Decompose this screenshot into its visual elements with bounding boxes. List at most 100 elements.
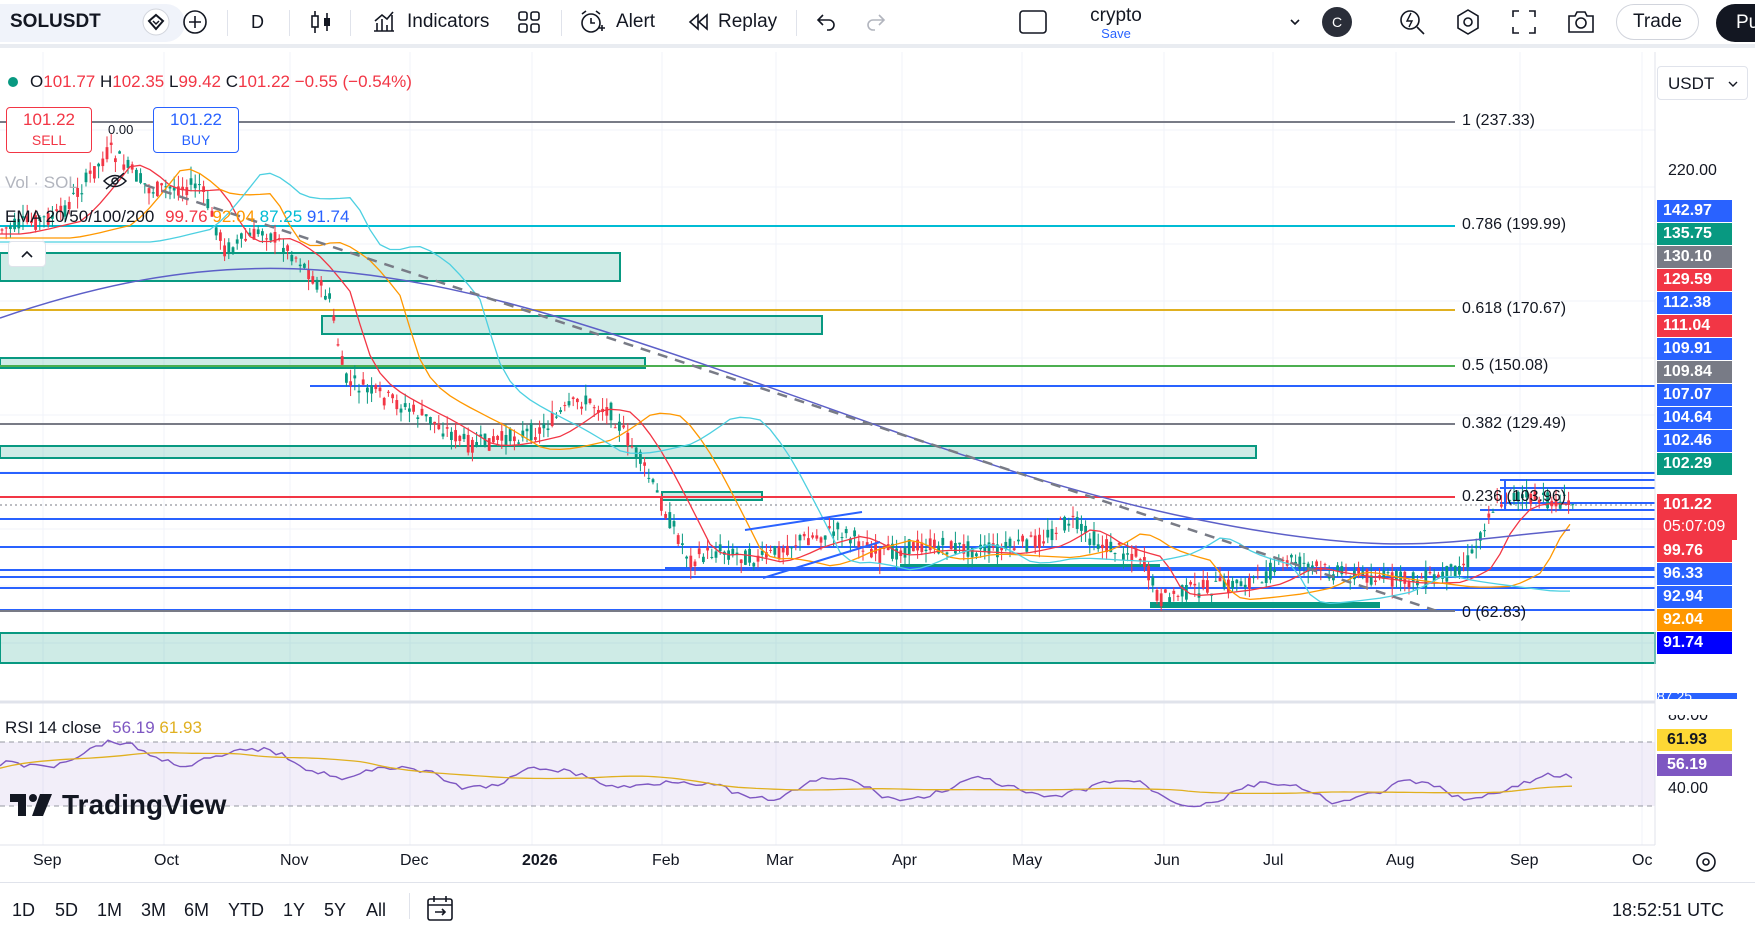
price-label: 109.84 (1657, 361, 1732, 383)
calendar-range-icon[interactable] (425, 894, 455, 929)
period-button[interactable]: 1Y (283, 900, 305, 921)
price-label: 92.04 (1657, 609, 1732, 631)
fullscreen-icon[interactable] (1511, 0, 1537, 44)
divider (796, 10, 797, 36)
support-resistance-zones[interactable] (0, 252, 1656, 664)
candle-body (1159, 593, 1163, 607)
period-button[interactable]: 1D (12, 900, 35, 921)
collapse-legend-button[interactable] (8, 241, 46, 267)
candle-body (697, 548, 701, 555)
camera-snapshot-icon[interactable] (1566, 0, 1596, 44)
replay-button[interactable]: Replay (686, 0, 777, 44)
candle-body (966, 541, 970, 557)
ema50-value: 92.04 (212, 207, 255, 226)
price-label: 107.07 (1657, 384, 1732, 406)
period-button[interactable]: 6M (184, 900, 209, 921)
candle-body (336, 344, 340, 346)
watchlist-diamond-icon[interactable] (142, 0, 170, 44)
ema-label: EMA 20/50/100/200 (5, 207, 155, 226)
period-button[interactable]: All (366, 900, 386, 921)
trade-button[interactable]: Trade (1616, 0, 1699, 44)
candle-body (403, 403, 407, 407)
candle-body (286, 245, 289, 251)
fib-label-0: 0 (62.83) (1462, 604, 1527, 621)
candle-body (214, 227, 218, 236)
hide-eye-icon[interactable] (102, 172, 128, 195)
buy-button[interactable]: 101.22 BUY (153, 107, 239, 153)
utc-clock[interactable]: 18:52:51 UTC (1612, 900, 1724, 921)
publish-button[interactable]: Pu (1716, 4, 1755, 42)
candle-body (105, 147, 109, 160)
candle-body (412, 404, 415, 412)
open-label: O (30, 72, 44, 91)
templates-icon[interactable] (517, 0, 541, 44)
volume-label: Vol · SOL (5, 172, 78, 192)
layout-select-icon[interactable] (1018, 0, 1048, 44)
compare-add-icon[interactable] (182, 0, 208, 44)
candle-body (0, 229, 4, 231)
candle-body (744, 550, 747, 565)
interval-button[interactable]: D (251, 0, 264, 44)
candle-body (1231, 580, 1234, 589)
price-label: 102.46 (1657, 430, 1732, 452)
candle-body (802, 533, 806, 537)
candle-body (303, 263, 306, 268)
candle-body (1042, 541, 1045, 544)
rsi-pane[interactable] (0, 739, 1655, 808)
chevron-down-icon[interactable] (1288, 0, 1302, 44)
indicators-button[interactable]: Indicators (371, 0, 489, 44)
alert-button[interactable]: Alert (578, 0, 655, 44)
candle-body (647, 477, 651, 479)
sell-button[interactable]: 101.22 SELL (6, 107, 92, 153)
candle-body (571, 397, 575, 400)
period-button[interactable]: 3M (141, 900, 166, 921)
candle-body (1260, 582, 1264, 584)
candle-body (513, 436, 516, 442)
time-axis-label: Jul (1263, 852, 1284, 869)
tradingview-watermark[interactable]: TradingView (10, 789, 226, 821)
candle-body (1311, 565, 1314, 568)
candle-body (109, 142, 113, 145)
candle-body (1386, 572, 1390, 574)
candle-body (811, 535, 814, 538)
sell-price: 101.22 (23, 110, 75, 129)
candle-body (223, 245, 226, 257)
candle-body (928, 538, 932, 551)
candle-body (580, 406, 583, 409)
period-button[interactable]: 5D (55, 900, 78, 921)
candles-chart-type-icon[interactable] (310, 0, 332, 44)
candle-body (1033, 535, 1037, 548)
redo-icon[interactable] (864, 0, 888, 44)
period-button[interactable]: 5Y (324, 900, 346, 921)
candle-body (1176, 595, 1180, 597)
candle-body (370, 385, 373, 394)
fib-label-0786: 0.786 (199.99) (1462, 216, 1567, 233)
axis-settings-icon[interactable] (1694, 850, 1718, 879)
candle-body (319, 280, 323, 286)
rsi-ma-label: 61.93 (1657, 729, 1732, 751)
candle-body (1096, 544, 1100, 549)
undo-icon[interactable] (814, 0, 838, 44)
fibonacci-retracement[interactable] (0, 121, 1455, 612)
candle-body (101, 158, 105, 167)
fib-label-05: 0.5 (150.08) (1462, 357, 1549, 374)
settings-gear-icon[interactable] (1454, 0, 1482, 44)
candle-body (1025, 539, 1029, 552)
avatar[interactable]: C (1322, 0, 1352, 44)
candle-body (592, 407, 596, 409)
market-status-dot (8, 77, 18, 87)
candle-body (374, 384, 378, 390)
candle-body (1273, 569, 1276, 573)
period-button[interactable]: 1M (97, 900, 122, 921)
currency-select[interactable]: USDT (1657, 66, 1748, 100)
symbol-name[interactable]: SOLUSDT (10, 0, 101, 44)
candle-body (937, 545, 940, 554)
candle-body (1483, 530, 1486, 532)
layout-name-block[interactable]: crypto Save (1076, 6, 1156, 42)
chart-canvas[interactable] (0, 52, 1755, 882)
candle-body (655, 490, 659, 493)
period-button[interactable]: YTD (228, 900, 264, 921)
ema-legend: EMA 20/50/100/200 99.76 92.04 87.25 91.7… (5, 207, 349, 227)
lightning-search-icon[interactable] (1398, 0, 1426, 44)
bar-countdown: 05:07:09 (1663, 518, 1726, 535)
